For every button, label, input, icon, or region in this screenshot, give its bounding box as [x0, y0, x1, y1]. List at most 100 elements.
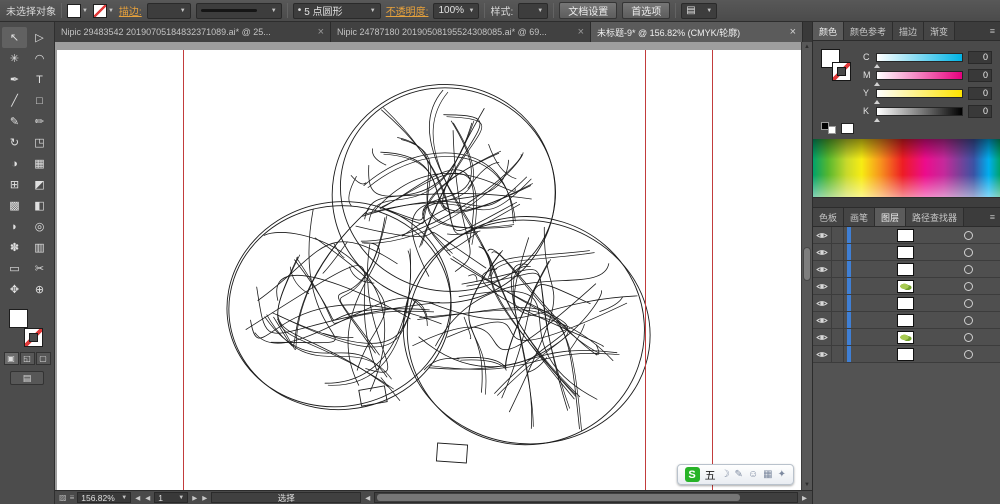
scroll-up-button[interactable]: ▲	[802, 42, 812, 52]
symbol-sprayer-tool[interactable]: ✽	[2, 237, 27, 258]
channel-slider[interactable]	[876, 107, 963, 116]
target-circle-icon[interactable]	[964, 316, 973, 325]
width-tool[interactable]: ◑	[2, 153, 27, 174]
visibility-eye-icon[interactable]	[813, 227, 832, 243]
white-swatch[interactable]	[841, 123, 854, 134]
tab-close-icon[interactable]: ×	[318, 27, 324, 38]
preferences-button[interactable]: 首选项	[622, 2, 670, 19]
zoom-level-input[interactable]: 156.82% ▼	[77, 492, 131, 503]
lock-cell[interactable]	[832, 278, 844, 294]
tab-pathfinder[interactable]: 路径查找器	[906, 208, 964, 226]
tab-gradient[interactable]: 渐变	[924, 22, 955, 40]
lock-cell[interactable]	[832, 244, 844, 260]
toolbar-color-swatches[interactable]	[9, 309, 45, 347]
visibility-eye-icon[interactable]	[813, 295, 832, 311]
dropdown-arrow-icon[interactable]: ▼	[706, 8, 712, 14]
tab-close-icon[interactable]: ×	[790, 27, 796, 38]
channel-value-input[interactable]: 0	[968, 105, 992, 118]
layer-row[interactable]	[813, 329, 1000, 346]
document-tab[interactable]: Nipic 24787180 20190508195524308085.ai* …	[331, 22, 591, 42]
brush-definition-dropdown[interactable]: • 5 点圆形 ▼	[293, 3, 381, 19]
lock-cell[interactable]	[832, 329, 844, 345]
target-circle-icon[interactable]	[964, 248, 973, 257]
scale-tool[interactable]: ◳	[27, 132, 52, 153]
artboard-navigation-dropdown[interactable]: 1 ▼	[154, 492, 188, 503]
target-circle-icon[interactable]	[964, 333, 973, 342]
document-setup-button[interactable]: 文档设置	[559, 2, 617, 19]
lasso-tool[interactable]: ◠	[27, 48, 52, 69]
target-circle-icon[interactable]	[964, 282, 973, 291]
tab-stroke[interactable]: 描边	[893, 22, 924, 40]
target-circle-icon[interactable]	[964, 350, 973, 359]
panel-menu-icon[interactable]: ≡	[985, 208, 1000, 226]
dropdown-arrow-icon[interactable]: ▼	[370, 8, 376, 14]
channel-slider[interactable]	[876, 89, 963, 98]
layer-row[interactable]	[813, 261, 1000, 278]
canvas-area[interactable]: ▲ ▼ S 五 ☽✎☺▦✦	[55, 42, 812, 490]
target-circle-icon[interactable]	[964, 265, 973, 274]
zoom-tool[interactable]: ⊕	[27, 279, 52, 300]
dropdown-arrow-icon[interactable]: ▼	[121, 495, 127, 501]
lock-cell[interactable]	[832, 295, 844, 311]
toolbox-icon[interactable]: ✦	[778, 470, 786, 480]
draw-behind-button[interactable]: ◱	[20, 352, 35, 365]
channel-value-input[interactable]: 0	[968, 69, 992, 82]
prev-artboard-button[interactable]: ◀	[144, 494, 151, 502]
artboard[interactable]	[57, 50, 801, 490]
visibility-eye-icon[interactable]	[813, 261, 832, 277]
scroll-right-button[interactable]: ▶	[801, 494, 808, 502]
dropdown-arrow-icon[interactable]: ▼	[537, 8, 543, 14]
pencil-tool[interactable]: ✏	[27, 111, 52, 132]
line-segment-tool[interactable]: ╱	[2, 90, 27, 111]
status-menu-icon[interactable]: ≡	[70, 493, 75, 502]
fill-swatch[interactable]	[9, 309, 28, 328]
pen-icon[interactable]: ✎	[735, 470, 743, 480]
tab-swatches[interactable]: 色板	[813, 208, 844, 226]
type-tool[interactable]: T	[27, 69, 52, 90]
rectangle-tool[interactable]: □	[27, 90, 52, 111]
next-artboard-button[interactable]: ▶	[191, 494, 198, 502]
dropdown-arrow-icon[interactable]: ▼	[271, 8, 277, 14]
visibility-eye-icon[interactable]	[813, 312, 832, 328]
paintbrush-tool[interactable]: ✎	[2, 111, 27, 132]
draw-inside-button[interactable]: ▢	[36, 352, 51, 365]
vertical-scrollbar-thumb[interactable]	[803, 247, 811, 281]
scroll-down-button[interactable]: ▼	[802, 480, 812, 490]
selection-tool[interactable]: ↖	[2, 27, 27, 48]
channel-value-input[interactable]: 0	[968, 87, 992, 100]
slice-tool[interactable]: ✂	[27, 258, 52, 279]
stroke-panel-link[interactable]: 描边:	[119, 3, 142, 18]
draw-normal-button[interactable]: ▣	[4, 352, 19, 365]
scroll-left-button[interactable]: ◀	[364, 494, 371, 502]
panel-divider[interactable]	[813, 197, 1000, 208]
direct-selection-tool[interactable]: ▷	[27, 27, 52, 48]
artboard-tool[interactable]: ▭	[2, 258, 27, 279]
fill-swatch[interactable]	[67, 4, 81, 18]
sogou-logo-icon[interactable]: S	[685, 467, 700, 482]
stroke-swatch[interactable]	[93, 4, 107, 18]
screen-mode-button[interactable]: ▤	[10, 371, 44, 385]
visibility-eye-icon[interactable]	[813, 346, 832, 362]
layer-row[interactable]	[813, 312, 1000, 329]
tab-brushes[interactable]: 画笔	[844, 208, 875, 226]
perspective-grid-tool[interactable]: ◩	[27, 174, 52, 195]
channel-slider[interactable]	[876, 71, 963, 80]
hand-tool[interactable]: ✥	[2, 279, 27, 300]
stroke-swatch[interactable]	[832, 62, 851, 81]
pen-tool[interactable]: ✒	[2, 69, 27, 90]
opacity-dropdown[interactable]: 100% ▼	[433, 3, 479, 19]
tab-color-guide[interactable]: 颜色参考	[844, 22, 893, 40]
dropdown-arrow-icon[interactable]: ▼	[180, 8, 186, 14]
target-circle-icon[interactable]	[964, 299, 973, 308]
status-display[interactable]: 选择	[211, 492, 361, 503]
panel-menu-icon[interactable]: ≡	[985, 22, 1000, 40]
visibility-eye-icon[interactable]	[813, 278, 832, 294]
stroke-weight-dropdown[interactable]: ▼	[147, 3, 191, 19]
fill-color-picker[interactable]: ▼	[67, 4, 88, 18]
default-colors-icon[interactable]	[821, 122, 836, 134]
lock-cell[interactable]	[832, 312, 844, 328]
dropdown-arrow-icon[interactable]: ▼	[82, 8, 88, 14]
keyboard-icon[interactable]: ▦	[763, 470, 772, 480]
align-options-menu[interactable]: ▤ ▼	[681, 3, 717, 19]
target-circle-icon[interactable]	[964, 231, 973, 240]
